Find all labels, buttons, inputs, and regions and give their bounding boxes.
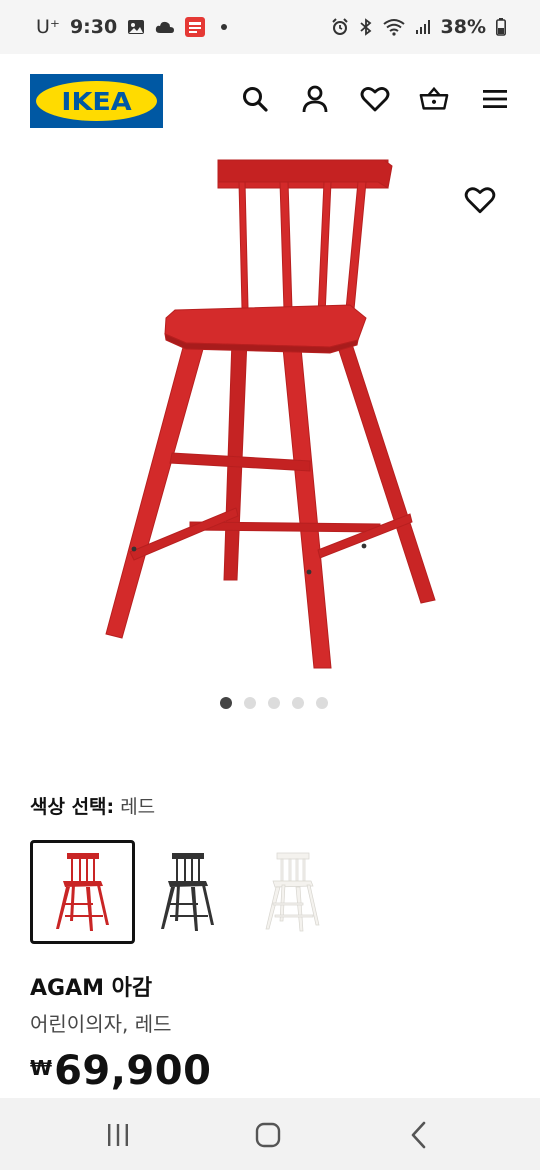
swatch-black[interactable] (135, 840, 240, 944)
price-currency: ₩ (30, 1056, 53, 1080)
product-price: ₩ 69,900 (30, 1048, 211, 1094)
carousel-dot-3[interactable] (268, 697, 280, 709)
color-selection-key: 색상 선택: (30, 796, 115, 818)
chair-thumb-white (265, 852, 319, 932)
home-icon[interactable] (251, 1118, 285, 1152)
carousel-dot-4[interactable] (292, 697, 304, 709)
carousel-dot-5[interactable] (316, 697, 328, 709)
color-selection-value: 레드 (120, 796, 156, 818)
status-left: U⁺ 9:30 (36, 16, 228, 38)
clock: 9:30 (69, 16, 118, 38)
logo-oval: IKEA (36, 81, 157, 121)
image-carousel-dots (0, 697, 540, 711)
product-description: 어린이의자, 레드 (30, 1012, 172, 1036)
bolt-dot (361, 543, 367, 549)
favorites-icon[interactable] (360, 84, 390, 114)
carrier-label: U⁺ (36, 16, 60, 38)
chair-illustration (105, 159, 436, 669)
more-notifications-dot (221, 24, 228, 30)
wifi-icon (382, 19, 405, 36)
ikea-logo[interactable]: IKEA (30, 74, 163, 128)
color-selection-label: 색상 선택: 레드 (30, 792, 155, 819)
price-amount: 69,900 (54, 1048, 212, 1094)
cloud-notification-icon (156, 21, 175, 33)
top-header: IKEA (0, 54, 540, 150)
swatch-red[interactable] (30, 840, 135, 944)
product-name: AGAM 아감 (30, 976, 153, 1001)
carousel-dot-2[interactable] (244, 697, 256, 709)
status-right: 38% (331, 16, 506, 38)
gallery-notification-icon (128, 20, 145, 34)
color-swatches (30, 840, 345, 944)
alarm-icon (331, 18, 348, 35)
battery-percent: 38% (440, 16, 486, 38)
bolt-dot (131, 546, 137, 552)
menu-icon[interactable] (480, 84, 510, 114)
status-bar: U⁺ 9:30 38% (0, 0, 540, 54)
chair-thumb-red (55, 853, 109, 931)
app-notification-icon (185, 17, 206, 37)
cart-icon[interactable] (419, 84, 449, 114)
bolt-dot (306, 569, 312, 575)
recent-apps-icon[interactable] (101, 1118, 135, 1152)
add-to-favorites-icon[interactable] (464, 184, 496, 216)
carousel-dot-1[interactable] (220, 697, 232, 709)
product-image[interactable] (0, 150, 540, 680)
system-navigation-bar (0, 1098, 540, 1170)
swatch-white[interactable] (240, 840, 345, 944)
signal-icon (415, 20, 430, 34)
logo-text: IKEA (61, 86, 132, 116)
chair-thumb-black (160, 853, 214, 931)
back-icon[interactable] (403, 1118, 437, 1152)
battery-icon (496, 18, 506, 36)
bluetooth-icon (359, 18, 371, 36)
search-icon[interactable] (240, 84, 270, 114)
account-icon[interactable] (300, 84, 330, 114)
